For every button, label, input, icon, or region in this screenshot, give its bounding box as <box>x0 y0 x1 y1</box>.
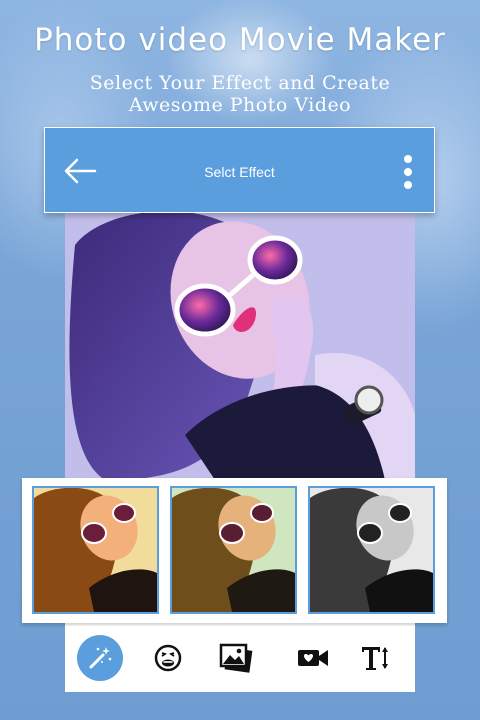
portrait-image <box>65 205 415 480</box>
tool-gallery[interactable] <box>213 635 259 681</box>
filter-thumb-warm[interactable] <box>32 486 159 614</box>
tool-text[interactable] <box>353 635 399 681</box>
tool-video[interactable] <box>290 635 336 681</box>
magic-wand-icon <box>89 647 112 669</box>
filter-thumb-vintage[interactable] <box>170 486 297 614</box>
more-options-button[interactable] <box>400 154 416 190</box>
promo-subtitle: Select Your Effect and Create Awesome Ph… <box>0 72 480 116</box>
filter-strip <box>22 478 447 623</box>
promo-subtitle-line2: Awesome Photo Video <box>128 94 352 116</box>
more-vertical-icon <box>404 155 412 189</box>
promo-subtitle-line1: Select Your Effect and Create <box>89 72 391 94</box>
appbar-title: Selct Effect <box>204 164 275 180</box>
emoji-sticker-icon <box>154 644 182 672</box>
app-bar: Selct Effect <box>44 127 435 213</box>
bottom-toolbar <box>65 626 415 692</box>
grayscale-filter-preview <box>310 488 433 612</box>
warm-filter-preview <box>34 488 157 612</box>
video-camera-icon <box>298 650 328 666</box>
filter-thumb-grayscale[interactable] <box>308 486 435 614</box>
tool-effects[interactable] <box>77 635 123 681</box>
tool-stickers[interactable] <box>145 635 191 681</box>
gallery-icon <box>219 643 253 673</box>
text-size-icon <box>362 647 388 670</box>
preview-photo <box>65 205 415 480</box>
vintage-filter-preview <box>172 488 295 612</box>
promo-title: Photo video Movie Maker <box>34 22 446 58</box>
